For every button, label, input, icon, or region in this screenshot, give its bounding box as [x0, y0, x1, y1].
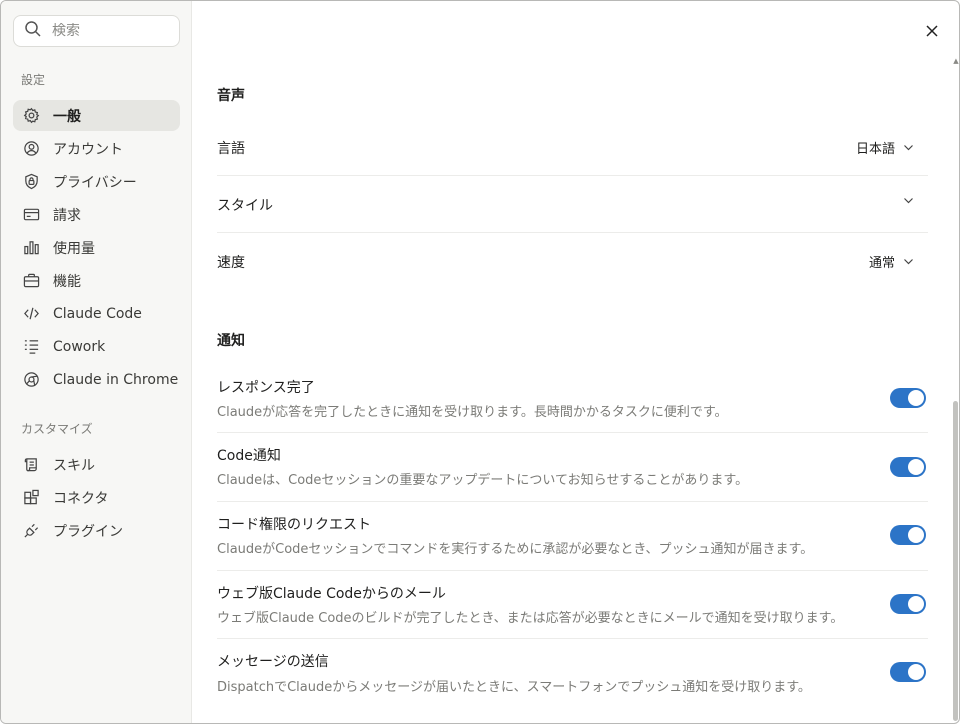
language-select[interactable]: 日本語	[856, 138, 914, 157]
sidebar-item-plugins[interactable]: プラグイン	[13, 515, 180, 546]
notification-row: ウェブ版Claude Codeからのメール ウェブ版Claude Codeのビル…	[217, 571, 928, 639]
code-permission-toggle[interactable]	[890, 525, 926, 545]
user-circle-icon	[23, 140, 40, 157]
scrollbar-thumb[interactable]	[953, 401, 958, 721]
sidebar-item-general[interactable]: 一般	[13, 100, 180, 131]
shield-lock-icon	[23, 173, 40, 190]
sidebar-item-label: 一般	[53, 108, 81, 125]
sidebar-item-privacy[interactable]: プライバシー	[13, 166, 180, 197]
sidebar-item-usage[interactable]: 使用量	[13, 232, 180, 263]
search-box[interactable]	[13, 15, 180, 47]
web-email-toggle[interactable]	[890, 594, 926, 614]
sidebar-item-label: Cowork	[53, 338, 106, 355]
voice-style-label: スタイル	[217, 198, 273, 214]
notification-description: DispatchでClaudeからメッセージが届いたときに、スマートフォンでプッ…	[217, 680, 811, 695]
style-select[interactable]	[895, 195, 914, 206]
sidebar-item-label: コネクタ	[53, 490, 109, 507]
toggle-knob	[908, 390, 924, 406]
sidebar-item-claude-code[interactable]: Claude Code	[13, 298, 180, 329]
notification-title: レスポンス完了	[217, 380, 315, 396]
sidebar-item-billing[interactable]: 請求	[13, 199, 180, 230]
voice-style-row: スタイル	[217, 176, 928, 233]
toggle-knob	[908, 664, 924, 680]
sidebar-item-label: スキル	[53, 457, 95, 474]
notification-description: Claudeは、Codeセッションの重要なアップデートについてお知らせすることが…	[217, 473, 749, 488]
gear-icon	[23, 107, 40, 124]
sidebar-item-cowork[interactable]: Cowork	[13, 331, 180, 362]
notification-row: Code通知 Claudeは、Codeセッションの重要なアップデートについてお知…	[217, 433, 928, 502]
notification-description: Claudeが応答を完了したときに通知を受け取ります。長時間かかるタスクに便利で…	[217, 405, 728, 420]
voice-language-label: 言語	[217, 141, 245, 157]
notification-row: メッセージの送信 DispatchでClaudeからメッセージが届いたときに、ス…	[217, 639, 928, 707]
sidebar-item-label: 機能	[53, 273, 81, 290]
code-notifications-toggle[interactable]	[890, 457, 926, 477]
send-messages-toggle[interactable]	[890, 662, 926, 682]
sidebar-item-features[interactable]: 機能	[13, 265, 180, 296]
blocks-icon	[23, 489, 40, 506]
sidebar-item-label: アカウント	[53, 141, 123, 158]
notification-title: コード権限のリクエスト	[217, 517, 371, 533]
credit-card-icon	[23, 206, 40, 223]
sidebar-item-connectors[interactable]: コネクタ	[13, 482, 180, 513]
notification-description: ClaudeがCodeセッションでコマンドを実行するために承認が必要なとき、プッ…	[217, 542, 814, 557]
notification-row: コード権限のリクエスト ClaudeがCodeセッションでコマンドを実行するため…	[217, 502, 928, 571]
speed-select-value: 通常	[868, 256, 895, 271]
sidebar-item-claude-in-chrome[interactable]: Claude in Chrome	[13, 364, 180, 395]
notifications-section-title: 通知	[217, 333, 245, 349]
sidebar-item-skills[interactable]: スキル	[13, 449, 180, 480]
toggle-knob	[908, 596, 924, 612]
toggle-knob	[908, 459, 924, 475]
sidebar: 設定 一般 アカウント プライバシー 請求	[1, 1, 192, 723]
customize-section-label: カスタマイズ	[21, 422, 93, 436]
voice-speed-label: 速度	[217, 255, 245, 271]
list-icon	[23, 338, 40, 355]
voice-speed-row: 速度 通常	[217, 233, 928, 290]
voice-language-row: 言語 日本語	[217, 119, 928, 176]
plug-icon	[23, 522, 40, 539]
sidebar-item-label: 使用量	[53, 240, 95, 257]
sidebar-item-account[interactable]: アカウント	[13, 133, 180, 164]
response-complete-toggle[interactable]	[890, 388, 926, 408]
voice-section-title: 音声	[217, 88, 245, 104]
sidebar-item-label: プラグイン	[53, 523, 123, 540]
briefcase-icon	[23, 272, 40, 289]
settings-main: 音声 言語 日本語 スタイル 速度 通常 通知 レスポンス完了 Claudeが応…	[217, 1, 928, 723]
settings-window: 設定 一般 アカウント プライバシー 請求	[0, 0, 960, 724]
sidebar-item-label: プライバシー	[53, 174, 137, 191]
chevron-down-icon	[903, 256, 914, 267]
scroll-icon	[23, 456, 40, 473]
notification-title: Code通知	[217, 448, 281, 464]
speed-select[interactable]: 通常	[869, 252, 914, 271]
sidebar-item-label: Claude in Chrome	[53, 371, 179, 388]
notification-title: メッセージの送信	[217, 654, 329, 670]
notification-title: ウェブ版Claude Codeからのメール	[217, 586, 446, 602]
scroll-up-arrow[interactable]: ▲	[952, 57, 959, 65]
bar-chart-icon	[23, 239, 40, 256]
search-input[interactable]	[52, 23, 162, 39]
toggle-knob	[908, 527, 924, 543]
settings-section-label: 設定	[21, 73, 46, 87]
sidebar-item-label: Claude Code	[53, 305, 142, 322]
notification-row: レスポンス完了 Claudeが応答を完了したときに通知を受け取ります。長時間かか…	[217, 365, 928, 433]
notification-description: ウェブ版Claude Codeのビルドが完了したとき、または応答が必要なときにメ…	[217, 611, 844, 626]
sidebar-item-label: 請求	[53, 207, 81, 224]
chevron-down-icon	[903, 195, 914, 206]
language-select-value: 日本語	[855, 142, 895, 157]
code-icon	[23, 305, 40, 322]
globe-icon	[23, 371, 40, 388]
chevron-down-icon	[903, 142, 914, 153]
search-icon	[24, 20, 42, 42]
